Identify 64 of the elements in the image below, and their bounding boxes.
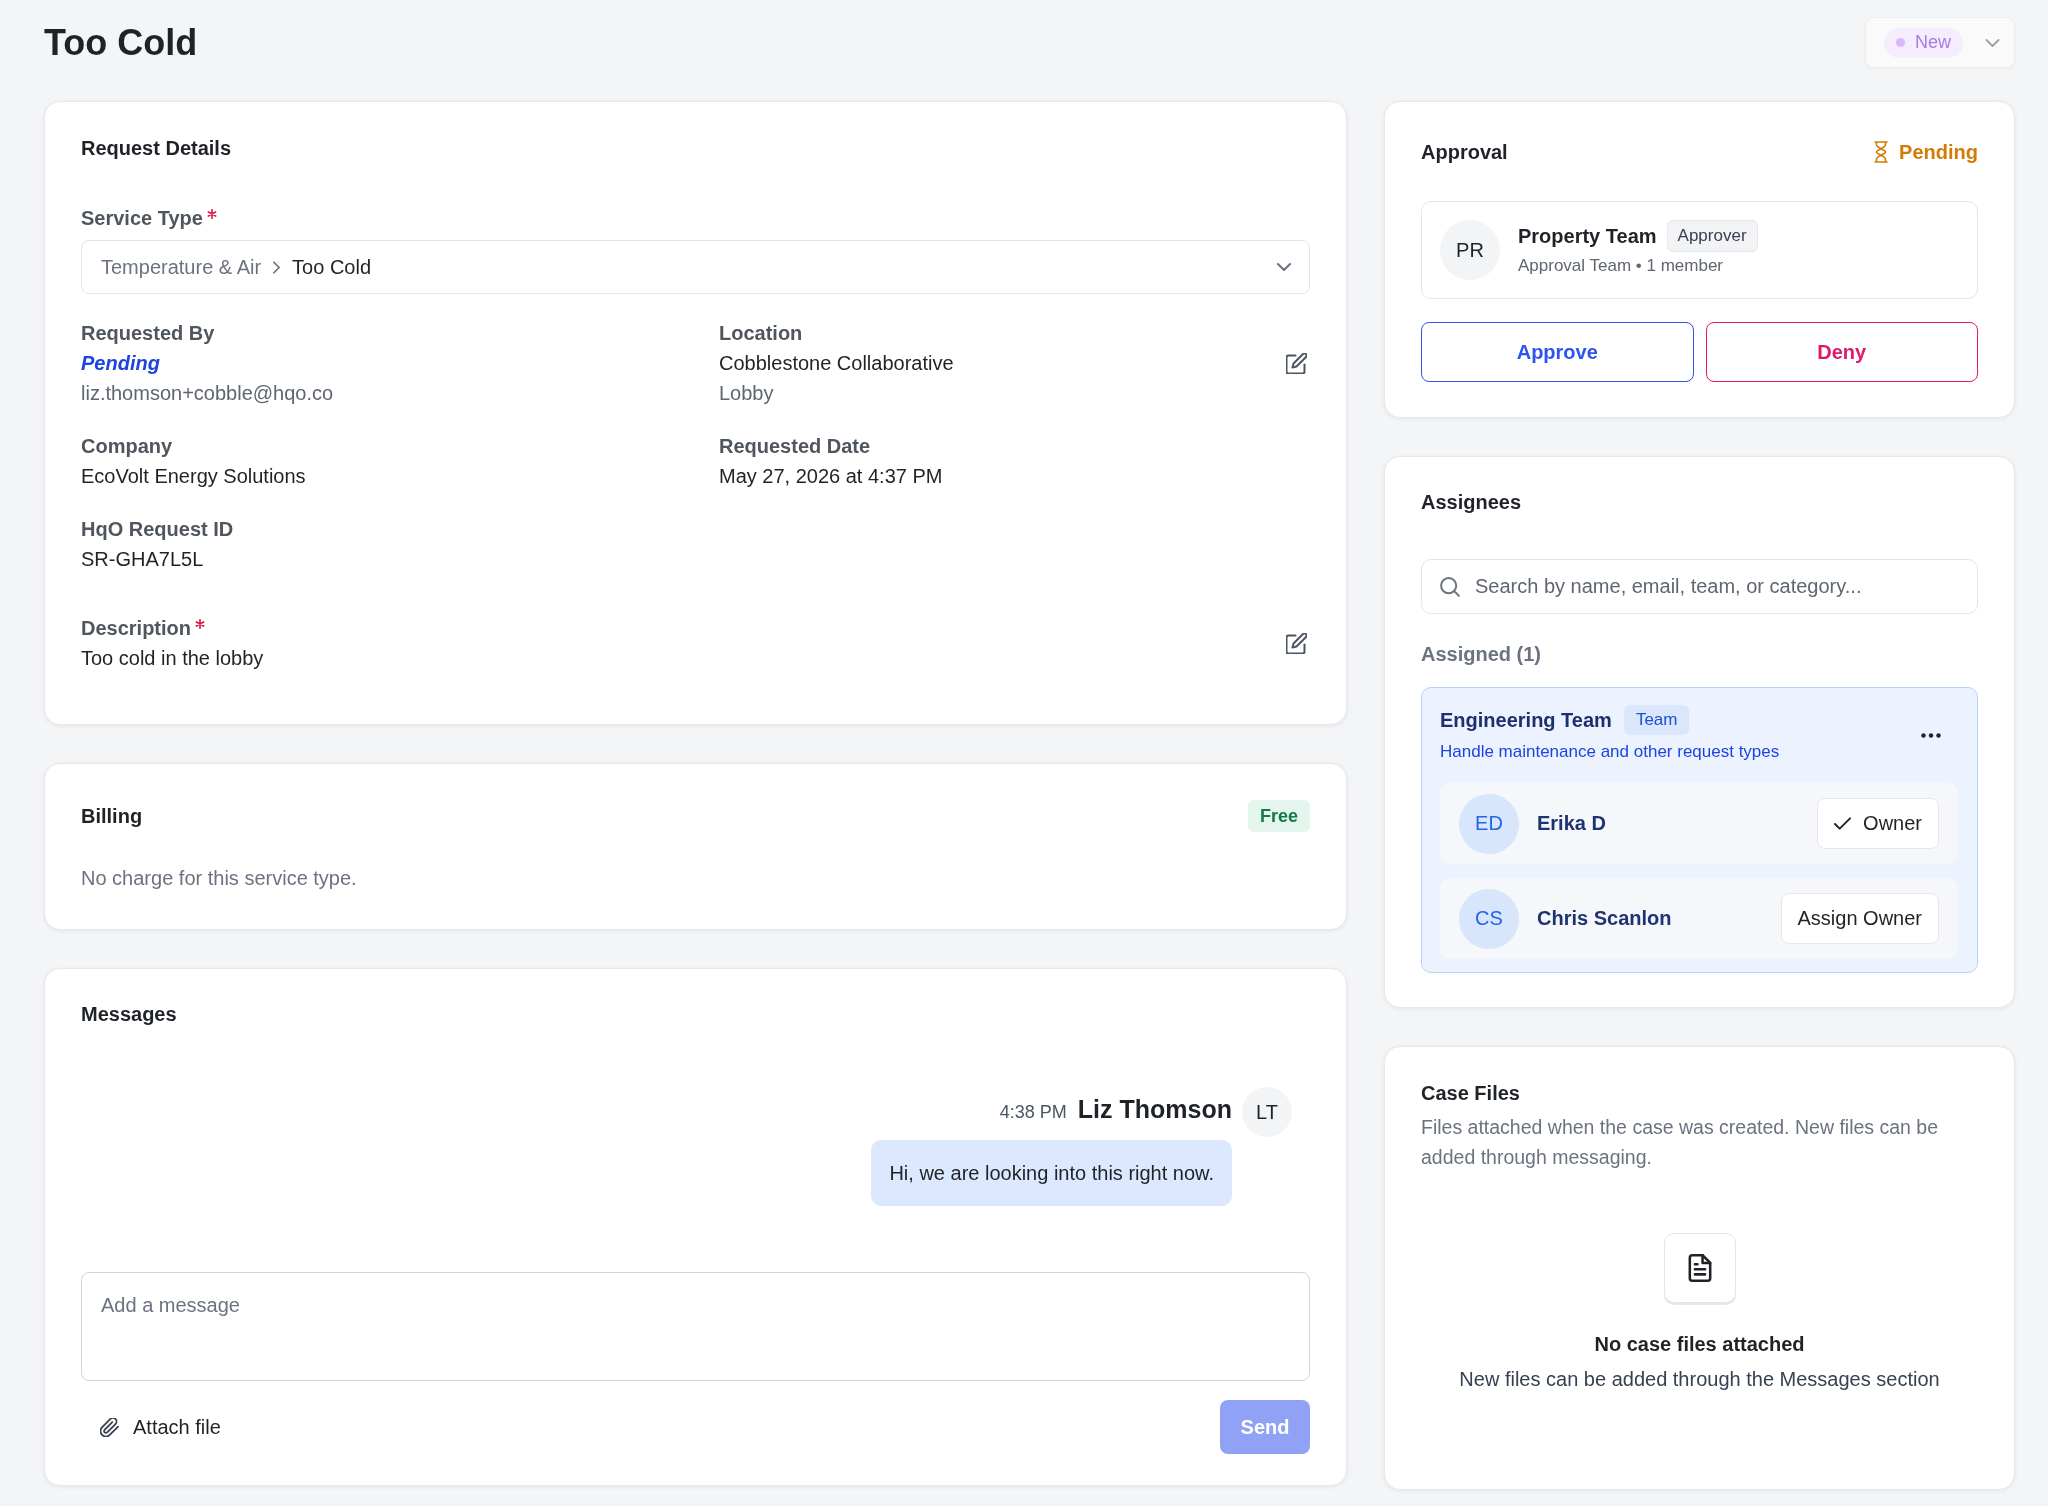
billing-note: No charge for this service type. xyxy=(81,866,358,891)
team-name: Engineering Team xyxy=(1440,708,1612,732)
field-value: Too cold in the lobby xyxy=(81,646,265,671)
check-icon xyxy=(1834,817,1852,830)
search-icon xyxy=(1440,577,1460,597)
approval-status: Pending xyxy=(1899,140,1978,164)
section-title: Case Files xyxy=(1421,1081,1521,1106)
section-title: Request Details xyxy=(81,136,233,161)
member-name: Chris Scanlon xyxy=(1537,907,1673,930)
paperclip-icon xyxy=(100,1417,119,1437)
field-label: Company xyxy=(81,434,173,459)
chevron-down-icon xyxy=(1277,263,1291,271)
requester-name: Pending xyxy=(81,351,161,376)
status-dot-icon xyxy=(1896,38,1905,47)
approver-name: Property Team xyxy=(1518,224,1657,248)
message-input[interactable]: Add a message xyxy=(81,1272,1310,1381)
member-name: Erika D xyxy=(1537,812,1607,835)
message-time: 4:38 PM xyxy=(999,1101,1067,1124)
page-title: Too Cold xyxy=(44,20,198,65)
field-label: HqO Request ID xyxy=(81,517,234,542)
field-value: May 27, 2026 at 4:37 PM xyxy=(719,464,944,489)
assigned-count: Assigned (1) xyxy=(1421,642,1543,667)
attach-file-button[interactable]: Attach file xyxy=(81,1415,221,1439)
message-author: Liz Thomson xyxy=(1077,1094,1232,1124)
approver-detail: Approval Team • 1 member xyxy=(1518,255,1724,277)
role-tag: Approver xyxy=(1666,220,1758,252)
team-avatar: PR xyxy=(1440,220,1500,280)
edit-icon[interactable] xyxy=(1286,632,1307,654)
edit-icon[interactable] xyxy=(1286,352,1307,374)
section-title: Billing xyxy=(81,804,143,829)
chevron-right-icon xyxy=(273,260,281,274)
section-title: Assignees xyxy=(1421,490,1523,515)
field-label: Requested Date xyxy=(719,434,871,459)
field-label: Description xyxy=(81,616,192,641)
hourglass-icon xyxy=(1874,141,1889,163)
field-value: liz.thomson+cobble@hqo.co xyxy=(81,381,335,406)
team-description: Handle maintenance and other request types xyxy=(1440,741,1780,763)
member-avatar: ED xyxy=(1459,793,1519,854)
section-title: Messages xyxy=(81,1002,178,1027)
member-avatar: CS xyxy=(1459,888,1519,949)
section-description: Files attached when the case was created. New files can be added through messaging. xyxy=(1421,1115,1940,1170)
deny-button[interactable]: Deny xyxy=(1705,322,1978,382)
user-avatar: LT xyxy=(1242,1087,1292,1137)
approve-button[interactable]: Approve xyxy=(1421,322,1694,382)
owner-button[interactable]: Owner xyxy=(1817,798,1939,849)
field-label: Service Type xyxy=(81,206,203,231)
owner-button[interactable]: Assign Owner xyxy=(1780,893,1939,944)
field-value: Cobblestone Collaborative xyxy=(719,351,955,376)
team-tag: Team xyxy=(1623,705,1690,735)
field-label: Location xyxy=(719,321,803,346)
message-bubble: Hi, we are looking into this right now. xyxy=(871,1140,1232,1206)
price-tag: Free xyxy=(1247,800,1310,832)
chevron-down-icon xyxy=(1985,38,2000,47)
field-label: Requested By xyxy=(81,321,215,346)
document-icon xyxy=(1663,1233,1736,1303)
section-title: Approval xyxy=(1421,140,1508,165)
service-type-select[interactable]: Temperature & Air Too Cold xyxy=(81,240,1310,294)
empty-text: New files can be added through the Messages section xyxy=(1458,1367,1941,1392)
empty-title: No case files attached xyxy=(1593,1332,1806,1357)
field-value: SR-GHA7L5L xyxy=(81,547,205,572)
more-icon[interactable] xyxy=(1921,732,1941,738)
field-value: EcoVolt Energy Solutions xyxy=(81,464,307,489)
search-field[interactable]: Search by name, email, team, or category... xyxy=(1421,559,1978,614)
field-value: Lobby xyxy=(719,381,775,406)
